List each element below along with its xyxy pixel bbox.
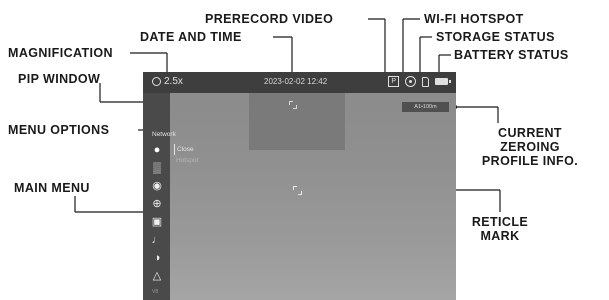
callout-reticle-mark-line1: RETICLE	[471, 215, 529, 229]
prerecord-video-icon: P	[388, 76, 399, 87]
menu-title: Network	[152, 131, 176, 138]
firmware-version: V8	[152, 289, 159, 295]
target-icon[interactable]: ◉	[150, 179, 164, 193]
menu-icon-column: ⦁ ▒ ◉ ⊕ ▣ ♩ ◑ △	[149, 143, 165, 283]
pip-reticle-icon	[289, 101, 297, 109]
callout-wifi-hotspot: WI-FI HOTSPOT	[424, 12, 524, 26]
main-menu: Network ⦁ ▒ ◉ ⊕ ▣ ♩ ◑ △ V8	[143, 93, 176, 300]
callout-pip-window: PIP WINDOW	[18, 72, 101, 86]
callout-current-zeroing-line1: CURRENT	[498, 126, 562, 140]
menu-options: Close Hotspot	[174, 144, 198, 166]
zeroing-profile-badge: A1•100m	[402, 102, 449, 112]
brightness-icon[interactable]: ◑	[150, 251, 164, 265]
sd-card-icon	[422, 76, 429, 87]
callout-menu-options: MENU OPTIONS	[8, 123, 110, 137]
callout-current-zeroing-line2: ZEROING	[500, 139, 560, 154]
record-icon[interactable]: ▣	[150, 215, 164, 229]
callout-date-and-time: DATE AND TIME	[140, 30, 242, 44]
date-time-display: 2023-02-02 12:42	[264, 77, 328, 86]
device-screen: 2.5x 2023-02-02 12:42 P A1•100m Network …	[143, 72, 456, 300]
callout-storage-status: STORAGE STATUS	[436, 30, 555, 44]
status-icons: P	[388, 76, 451, 87]
callout-battery-status: BATTERY STATUS	[454, 48, 569, 62]
warning-icon[interactable]: △	[150, 269, 164, 283]
network-icon[interactable]: ⦁	[150, 143, 164, 157]
callout-current-zeroing: CURRENT ZEROING PROFILE INFO.	[460, 126, 600, 168]
pip-window	[249, 93, 345, 150]
status-bar: 2.5x 2023-02-02 12:42 P	[143, 72, 456, 93]
callout-main-menu: MAIN MENU	[14, 181, 90, 195]
callout-reticle-mark: RETICLE MARK	[460, 215, 540, 244]
callout-prerecord-video: PRERECORD VIDEO	[205, 12, 334, 26]
wifi-hotspot-icon	[405, 76, 416, 87]
magnification-indicator: 2.5x	[152, 76, 183, 87]
callout-reticle-mark-line2: MARK	[480, 228, 520, 243]
menu-option-hotspot[interactable]: Hotspot	[174, 155, 198, 166]
reticle-mark	[293, 186, 302, 195]
microphone-icon[interactable]: ♩	[150, 233, 164, 247]
battery-icon	[435, 78, 451, 85]
crosshair-icon[interactable]: ⊕	[150, 197, 164, 211]
magnification-value: 2.5x	[164, 76, 183, 87]
callout-magnification: MAGNIFICATION	[8, 46, 113, 60]
menu-option-close[interactable]: Close	[174, 144, 198, 155]
ruler-icon[interactable]: ▒	[150, 161, 164, 175]
magnifier-icon	[152, 77, 161, 86]
callout-current-zeroing-line3: PROFILE INFO.	[481, 153, 579, 168]
